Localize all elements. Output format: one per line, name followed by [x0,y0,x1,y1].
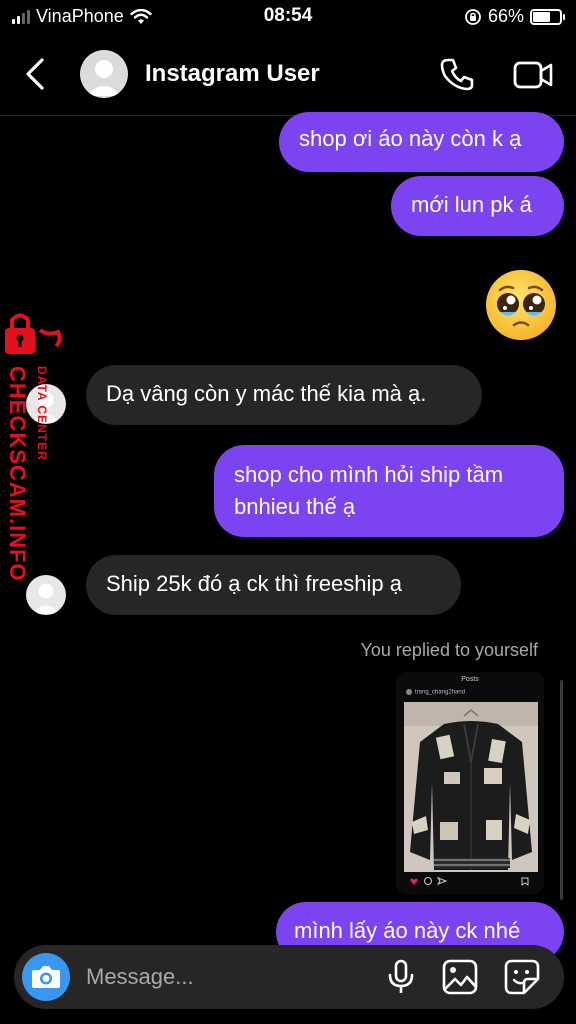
message-bubble-sent[interactable]: shop cho mình hỏi ship tầm bnhieu thế ạ [214,445,564,537]
chat-title[interactable]: Instagram User [145,60,320,88]
message-bubble-received[interactable]: Ship 25k đó ạ ck thì freeship ạ [86,555,461,615]
default-avatar-icon [87,60,121,96]
message-bubble-received[interactable]: Dạ vâng còn y mác thế kia mà ạ. [86,365,482,425]
avatar[interactable] [80,50,128,98]
checkscam-watermark: CHECKSCAM.INFO DATA CENTER [5,313,62,582]
message-input[interactable] [86,961,376,993]
post-action-icons [410,876,529,886]
video-call-icon[interactable] [512,56,554,94]
battery-icon [530,8,565,25]
orientation-lock-icon [465,8,481,25]
camera-icon [32,966,60,988]
cardigan-photo [404,702,538,872]
pleading-face-emoji[interactable] [484,268,558,342]
chat-header: Instagram User [0,34,576,116]
watermark-sub: DATA CENTER [35,366,49,461]
battery-percent: 66% [487,6,524,26]
gallery-icon[interactable] [442,959,478,995]
phone-icon[interactable] [438,56,476,94]
message-bubble-sent[interactable]: shop ơi áo này còn k ạ [279,112,564,172]
shared-post-username: trang_chang2hand [406,689,465,696]
camera-button[interactable] [22,953,70,1001]
padlock-icon [5,313,62,354]
message-composer [14,945,564,1009]
back-icon[interactable] [22,56,50,92]
microphone-icon[interactable] [386,959,416,995]
shared-post-header: Posts [461,676,479,683]
sticker-icon[interactable] [504,959,540,995]
reply-note: You replied to yourself [360,640,538,660]
status-bar: VinaPhone 08:54 66% [0,0,576,34]
watermark-main: CHECKSCAM.INFO [5,366,30,582]
scrollbar[interactable] [560,680,563,900]
shared-post[interactable]: Posts trang_chang2hand [396,672,544,894]
message-bubble-sent[interactable]: mới lun pk á [391,176,564,236]
